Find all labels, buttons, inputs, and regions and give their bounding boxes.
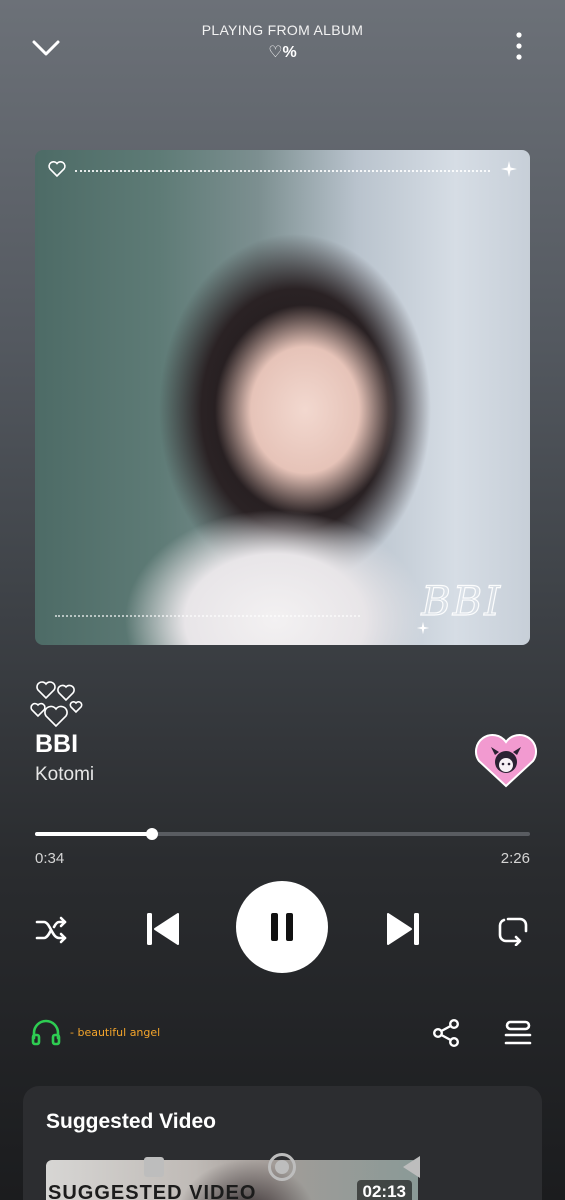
queue-button[interactable] (500, 1014, 536, 1052)
elapsed-time: 0:34 (35, 850, 65, 867)
recents-square-icon (144, 1157, 164, 1177)
heart-sticker-icon[interactable] (473, 733, 539, 789)
system-navigation-bar (0, 1150, 565, 1186)
home-button[interactable] (265, 1150, 299, 1184)
more-options-button[interactable] (499, 26, 539, 66)
skip-previous-icon (147, 913, 179, 945)
hearts-doodle-icon (30, 681, 83, 728)
chevron-down-icon (32, 40, 60, 56)
collapse-button[interactable] (24, 28, 68, 68)
progress-bar[interactable] (35, 828, 530, 840)
sparkle-icon (501, 161, 517, 177)
skip-next-icon (387, 913, 419, 945)
progress-handle[interactable] (146, 828, 159, 840)
recents-button[interactable] (137, 1150, 171, 1184)
share-button[interactable] (428, 1014, 464, 1052)
track-artist[interactable]: Kotomi (35, 764, 94, 786)
album-art: BBI (35, 150, 530, 645)
shuffle-icon (35, 916, 67, 944)
shuffle-button[interactable] (30, 908, 74, 952)
playing-context: PLAYING FROM ALBUM ♡% (100, 22, 465, 62)
suggested-video-heading: Suggested Video (46, 1110, 216, 1133)
back-triangle-icon (403, 1156, 420, 1178)
headphones-icon (31, 1019, 61, 1046)
output-device[interactable]: - beautiful angel (30, 1018, 160, 1046)
player-header: PLAYING FROM ALBUM ♡% (0, 0, 565, 90)
album-name[interactable]: ♡% (100, 42, 465, 62)
previous-track-button[interactable] (140, 906, 186, 952)
album-art-lettering: BBI (421, 578, 502, 625)
pause-icon (271, 913, 293, 941)
total-time: 2:26 (500, 850, 530, 867)
progress-fill (35, 832, 153, 836)
next-track-button[interactable] (380, 906, 426, 952)
context-label: PLAYING FROM ALBUM (201, 22, 364, 38)
repeat-icon (498, 917, 528, 946)
more-vertical-icon (516, 32, 522, 60)
output-device-label: - beautiful angel (70, 1025, 161, 1039)
heart-outline-icon (48, 161, 66, 178)
play-pause-button[interactable] (236, 881, 328, 973)
home-circle-icon (268, 1153, 296, 1181)
share-icon (433, 1019, 460, 1048)
art-dotted-line-bottom (55, 615, 360, 617)
queue-icon (504, 1020, 532, 1045)
art-dotted-line (75, 170, 490, 174)
back-button[interactable] (394, 1150, 428, 1184)
repeat-button[interactable] (491, 908, 535, 952)
track-title[interactable]: BBI (35, 730, 78, 759)
